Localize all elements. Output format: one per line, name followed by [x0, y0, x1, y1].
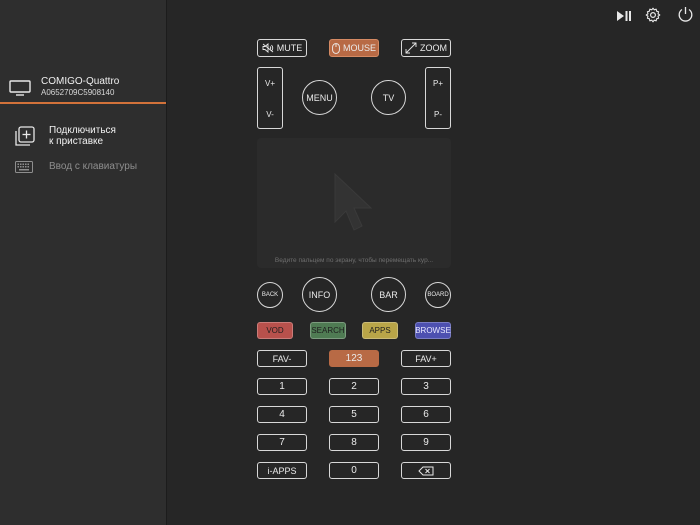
mouse-label: MOUSE: [342, 43, 376, 53]
channel-down-label[interactable]: P-: [426, 110, 450, 119]
vod-button[interactable]: VOD: [257, 322, 293, 339]
key-1[interactable]: 1: [257, 378, 307, 395]
backspace-icon: [418, 466, 434, 476]
zoom-label: ZOOM: [420, 43, 447, 53]
iapps-button[interactable]: i-APPS: [257, 462, 307, 479]
connect-label-line1: Подключиться: [49, 125, 116, 136]
key-6-label: 6: [423, 409, 429, 420]
num-mode-label: 123: [345, 353, 363, 364]
search-button[interactable]: SEARCH: [310, 322, 346, 339]
fav-minus-label: FAV-: [272, 353, 292, 364]
zoom-button[interactable]: ZOOM: [401, 39, 451, 57]
keyboard-input-item[interactable]: Ввод с клавиатуры: [0, 158, 166, 174]
mute-icon: [262, 43, 274, 53]
back-label: BACK: [261, 292, 279, 298]
apps-label: APPS: [369, 326, 391, 335]
key-3[interactable]: 3: [401, 378, 451, 395]
menu-button[interactable]: MENU: [302, 80, 337, 115]
key-4[interactable]: 4: [257, 406, 307, 423]
sidebar: COMIGO-Quattro A0652709C5908140 Подключи…: [0, 0, 167, 525]
key-3-label: 3: [423, 381, 429, 392]
channel-up-label[interactable]: P+: [426, 79, 450, 88]
key-7-label: 7: [279, 437, 285, 448]
tv-label: TV: [382, 92, 395, 103]
settings-gear-icon[interactable]: [645, 7, 661, 28]
volume-rocker[interactable]: V+ V-: [257, 67, 283, 129]
key-0-label: 0: [351, 465, 357, 476]
key-9-label: 9: [423, 437, 429, 448]
play-pause-icon[interactable]: [616, 9, 632, 27]
iapps-label: i-APPS: [267, 465, 297, 476]
connect-label: Подключиться к приставке: [49, 125, 159, 147]
vod-label: VOD: [266, 326, 284, 335]
board-label: BOARD: [427, 292, 449, 298]
browse-button[interactable]: BROWSE: [415, 322, 451, 339]
bar-button[interactable]: BAR: [371, 277, 406, 312]
device-name: COMIGO-Quattro: [41, 76, 120, 87]
power-icon[interactable]: [677, 6, 694, 28]
key-5[interactable]: 5: [329, 406, 379, 423]
num-mode-button[interactable]: 123: [329, 350, 379, 367]
key-1-label: 1: [279, 381, 285, 392]
volume-up-label[interactable]: V+: [258, 79, 282, 88]
fav-minus-button[interactable]: FAV-: [257, 350, 307, 367]
device-item[interactable]: COMIGO-Quattro A0652709C5908140: [0, 72, 166, 104]
expand-icon: [405, 42, 417, 54]
mouse-icon: [332, 42, 340, 54]
fav-plus-button[interactable]: FAV+: [401, 350, 451, 367]
fav-plus-label: FAV+: [415, 353, 437, 364]
key-2-label: 2: [351, 381, 357, 392]
key-5-label: 5: [351, 409, 357, 420]
key-4-label: 4: [279, 409, 285, 420]
cursor-arrow-icon: [333, 172, 377, 239]
keyboard-label: Ввод с клавиатуры: [49, 161, 138, 172]
connect-label-line2: к приставке: [49, 136, 104, 147]
info-label: INFO: [308, 289, 331, 300]
menu-label: MENU: [306, 92, 333, 103]
search-label: SEARCH: [311, 326, 345, 335]
channel-rocker[interactable]: P+ P-: [425, 67, 451, 129]
browse-label: BROWSE: [415, 326, 451, 335]
add-box-icon: [15, 126, 35, 151]
connect-to-box-item[interactable]: Подключиться к приставке: [0, 124, 166, 154]
tv-button[interactable]: TV: [371, 80, 406, 115]
key-8-label: 8: [351, 437, 357, 448]
key-7[interactable]: 7: [257, 434, 307, 451]
touchpad[interactable]: Ведите пальцем по экрану, чтобы перемеща…: [257, 138, 451, 268]
key-6[interactable]: 6: [401, 406, 451, 423]
backspace-button[interactable]: [401, 462, 451, 479]
touchpad-hint: Ведите пальцем по экрану, чтобы перемеща…: [274, 257, 434, 264]
key-9[interactable]: 9: [401, 434, 451, 451]
volume-down-label[interactable]: V-: [258, 110, 282, 119]
back-button[interactable]: BACK: [257, 282, 283, 308]
key-0[interactable]: 0: [329, 462, 379, 479]
bar-label: BAR: [379, 289, 398, 300]
device-serial: A0652709C5908140: [41, 88, 115, 97]
info-button[interactable]: INFO: [302, 277, 337, 312]
board-button[interactable]: BOARD: [425, 282, 451, 308]
apps-button[interactable]: APPS: [362, 322, 398, 339]
mute-button[interactable]: MUTE: [257, 39, 307, 57]
key-8[interactable]: 8: [329, 434, 379, 451]
mouse-button[interactable]: MOUSE: [329, 39, 379, 57]
keyboard-icon: [15, 160, 33, 178]
mute-label: MUTE: [276, 43, 303, 53]
tv-icon: [9, 80, 31, 101]
key-2[interactable]: 2: [329, 378, 379, 395]
